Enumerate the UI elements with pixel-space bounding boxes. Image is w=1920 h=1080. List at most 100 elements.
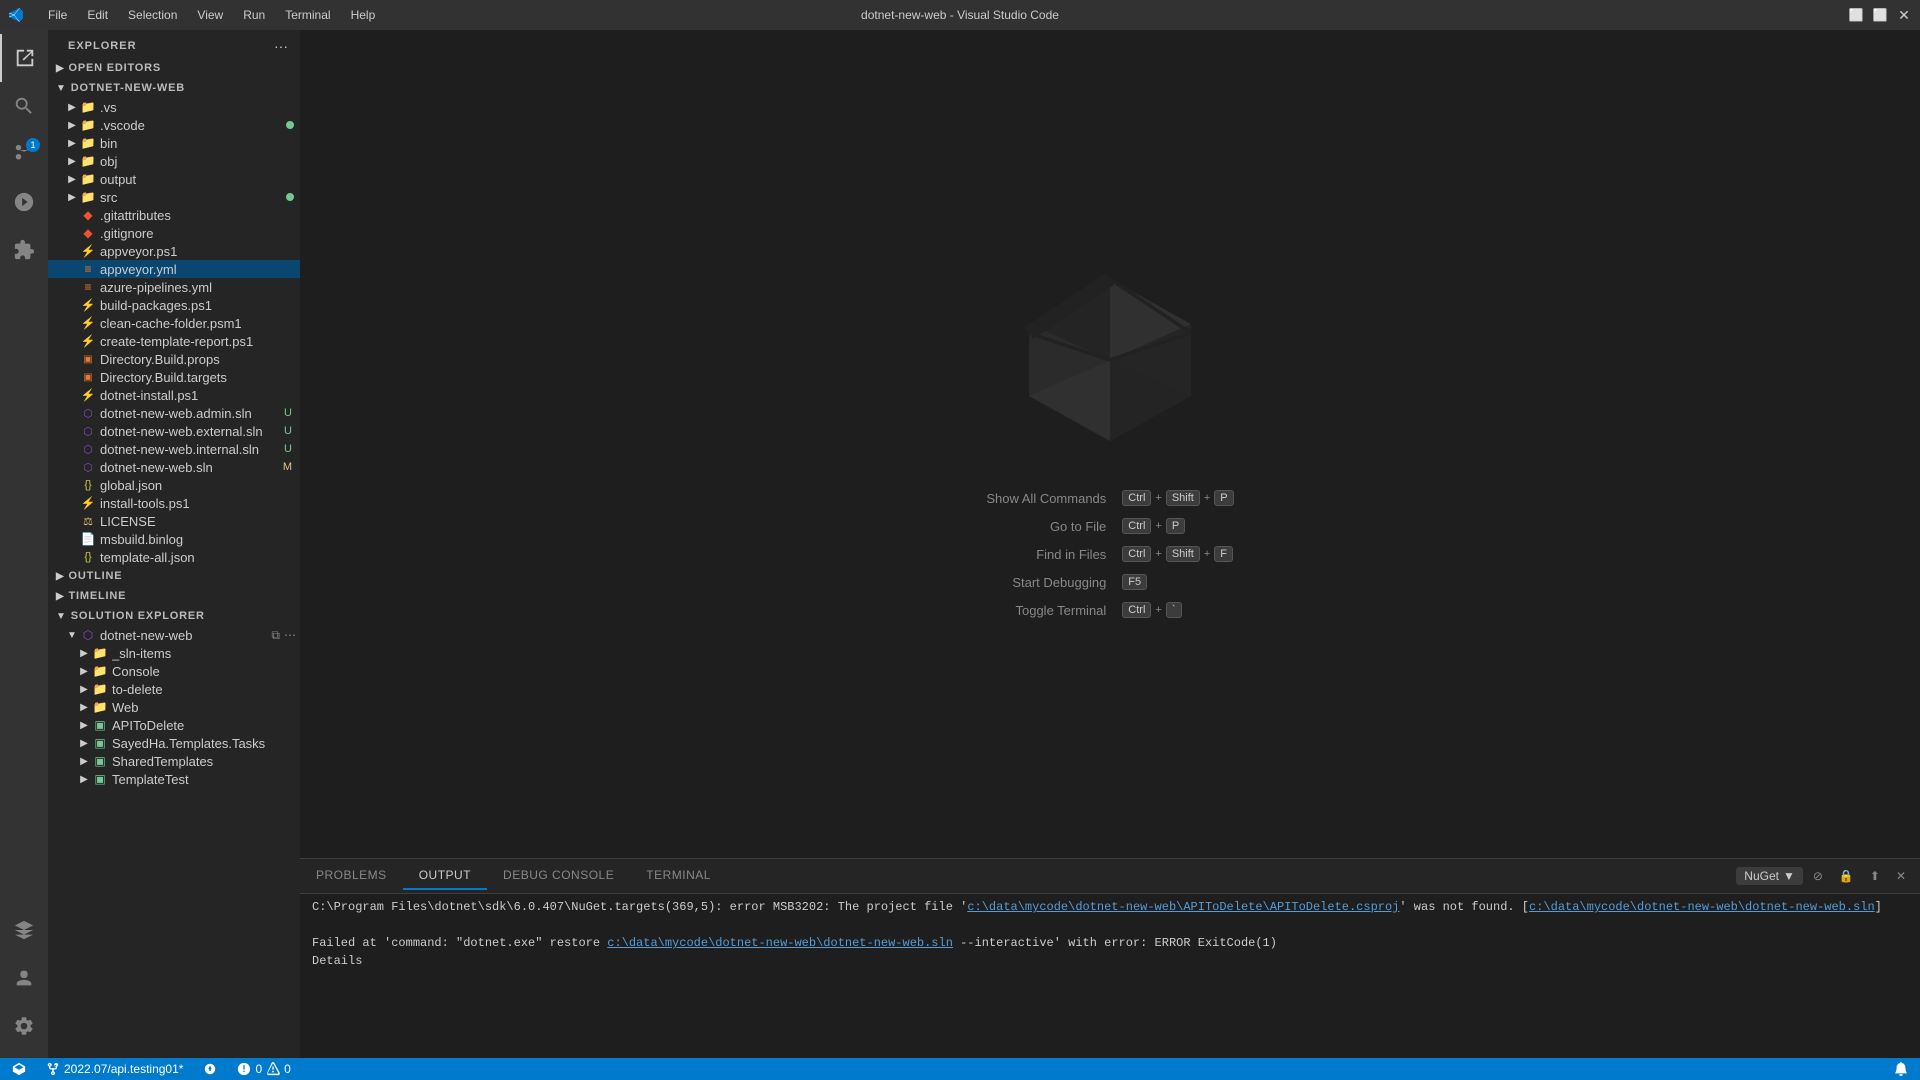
sln-icon: ⬡ [80, 441, 96, 457]
file-item-create-template[interactable]: ▶ ⚡ create-template-report.ps1 [48, 332, 300, 350]
sidebar-more-icon[interactable]: ··· [274, 38, 288, 54]
activity-scm[interactable]: 1 [0, 130, 48, 178]
chevron-icon: ▶ [76, 666, 92, 677]
menu-run[interactable]: Run [235, 6, 273, 24]
sol-item-web[interactable]: ▶ 📁 Web [48, 698, 300, 716]
sol-item-templatetest[interactable]: ▶ ▣ TemplateTest [48, 770, 300, 788]
tab-output[interactable]: OUTPUT [403, 862, 487, 890]
output-link-csproj[interactable]: c:\data\mycode\dotnet-new-web\APIToDelet… [967, 900, 1399, 914]
file-item-appveyor-yml[interactable]: ▶ ≡ appveyor.yml [48, 260, 300, 278]
editor-welcome-area: Show All Commands Ctrl + Shift + P Go to… [300, 30, 1920, 858]
sol-action-icon[interactable]: ⋯ [284, 628, 296, 643]
folder-icon: 📁 [92, 645, 108, 661]
file-item-vscode[interactable]: ▶ 📁 .vscode [48, 116, 300, 134]
sln-icon: ⬡ [80, 459, 96, 475]
sol-item-to-delete[interactable]: ▶ 📁 to-delete [48, 680, 300, 698]
file-item-azure-pipelines[interactable]: ▶ ≡ azure-pipelines.yml [48, 278, 300, 296]
file-item-build-packages[interactable]: ▶ ⚡ build-packages.ps1 [48, 296, 300, 314]
file-item-vs[interactable]: ▶ 📁 .vs [48, 98, 300, 116]
error-icon [237, 1062, 251, 1076]
activity-extensions[interactable] [0, 226, 48, 274]
activity-explorer[interactable] [0, 34, 48, 82]
file-item-external-sln[interactable]: ▶ ⬡ dotnet-new-web.external.sln U [48, 422, 300, 440]
activity-search[interactable] [0, 82, 48, 130]
section-solution-explorer[interactable]: ▼ Solution Explorer [48, 606, 300, 626]
file-item-internal-sln[interactable]: ▶ ⬡ dotnet-new-web.internal.sln U [48, 440, 300, 458]
sol-item-console[interactable]: ▶ 📁 Console [48, 662, 300, 680]
menu-selection[interactable]: Selection [120, 6, 185, 24]
file-name: output [100, 172, 300, 187]
menu-edit[interactable]: Edit [79, 6, 116, 24]
statusbar-branch[interactable]: 2022.07/api.testing01* [42, 1062, 187, 1076]
file-name: src [100, 190, 286, 205]
cmd-keys-goto-file: Ctrl + P [1122, 518, 1233, 534]
output-channel-dropdown[interactable]: NuGet ▼ [1736, 867, 1803, 885]
folder-icon: 📁 [80, 117, 96, 133]
statusbar-errors[interactable]: 0 0 [233, 1062, 294, 1076]
menu-file[interactable]: File [40, 6, 75, 24]
section-explorer[interactable]: ▼ DOTNET-NEW-WEB [48, 78, 300, 98]
activity-remote[interactable] [0, 906, 48, 954]
key-ctrl: Ctrl [1122, 602, 1151, 618]
file-item-global-json[interactable]: ▶ {} global.json [48, 476, 300, 494]
close-button[interactable]: ✕ [1896, 7, 1912, 23]
statusbar-sync[interactable] [199, 1062, 221, 1076]
section-timeline[interactable]: ▶ Timeline [48, 586, 300, 606]
file-item-appveyor-ps1[interactable]: ▶ ⚡ appveyor.ps1 [48, 242, 300, 260]
output-link-sln[interactable]: c:\data\mycode\dotnet-new-web\dotnet-new… [1529, 900, 1875, 914]
file-item-bin[interactable]: ▶ 📁 bin [48, 134, 300, 152]
file-name: clean-cache-folder.psm1 [100, 316, 300, 331]
chevron-icon: ▶ [76, 684, 92, 695]
panel-maximize-button[interactable]: ⬆ [1864, 867, 1886, 885]
menu-terminal[interactable]: Terminal [277, 6, 338, 24]
file-item-template-all-json[interactable]: ▶ {} template-all.json [48, 548, 300, 566]
activity-account[interactable] [0, 954, 48, 1002]
file-item-obj[interactable]: ▶ 📁 obj [48, 152, 300, 170]
maximize-button[interactable]: ⬜ [1872, 7, 1888, 23]
file-item-license[interactable]: ▶ ⚖ LICENSE [48, 512, 300, 530]
minimize-button[interactable]: ⬜ [1848, 7, 1864, 23]
file-item-admin-sln[interactable]: ▶ ⬡ dotnet-new-web.admin.sln U [48, 404, 300, 422]
file-item-output[interactable]: ▶ 📁 output [48, 170, 300, 188]
file-item-directory-build-targets[interactable]: ▶ ▣ Directory.Build.targets [48, 368, 300, 386]
section-outline[interactable]: ▶ Outline [48, 566, 300, 586]
file-item-sln[interactable]: ▶ ⬡ dotnet-new-web.sln M [48, 458, 300, 476]
panel-clear-button[interactable]: ⊘ [1807, 867, 1829, 885]
folder-icon: 📁 [80, 135, 96, 151]
section-open-editors[interactable]: ▶ Open Editors [48, 58, 300, 78]
activity-run[interactable] [0, 178, 48, 226]
statusbar-bell[interactable] [1890, 1062, 1912, 1076]
key-plus: + [1155, 604, 1161, 616]
chevron-icon: ▼ [56, 83, 67, 94]
file-item-src[interactable]: ▶ 📁 src [48, 188, 300, 206]
sol-copy-icon[interactable]: ⧉ [271, 628, 280, 643]
output-line-details: Details [312, 952, 1908, 970]
sol-item-root[interactable]: ▼ ⬡ dotnet-new-web ⧉ ⋯ [48, 626, 300, 644]
menu-view[interactable]: View [189, 6, 231, 24]
panel-lock-button[interactable]: 🔒 [1833, 867, 1860, 885]
panel-close-button[interactable]: ✕ [1890, 867, 1912, 885]
file-item-gitignore[interactable]: ▶ ◆ .gitignore [48, 224, 300, 242]
tab-terminal[interactable]: TERMINAL [630, 862, 727, 890]
file-item-gitattributes[interactable]: ▶ ◆ .gitattributes [48, 206, 300, 224]
file-item-dotnet-install[interactable]: ▶ ⚡ dotnet-install.ps1 [48, 386, 300, 404]
sol-name: to-delete [112, 682, 300, 697]
sol-item-sln-items[interactable]: ▶ 📁 _sln-items [48, 644, 300, 662]
sol-item-sharedtemplates[interactable]: ▶ ▣ SharedTemplates [48, 752, 300, 770]
activity-bar: 1 [0, 30, 48, 1058]
menu-help[interactable]: Help [343, 6, 384, 24]
tab-problems[interactable]: PROBLEMS [300, 862, 403, 890]
scm-badge: 1 [26, 138, 40, 152]
sol-item-sayedha[interactable]: ▶ ▣ SayedHa.Templates.Tasks [48, 734, 300, 752]
file-item-install-tools[interactable]: ▶ ⚡ install-tools.ps1 [48, 494, 300, 512]
activity-settings[interactable] [0, 1002, 48, 1050]
output-link-sln2[interactable]: c:\data\mycode\dotnet-new-web\dotnet-new… [607, 936, 953, 950]
sol-item-apitodelete[interactable]: ▶ ▣ APIToDelete [48, 716, 300, 734]
tab-debug-console[interactable]: DEBUG CONSOLE [487, 862, 630, 890]
file-item-directory-build-props[interactable]: ▶ ▣ Directory.Build.props [48, 350, 300, 368]
statusbar-remote[interactable] [8, 1062, 30, 1076]
solution-explorer-label: Solution Explorer [71, 610, 205, 622]
file-item-clean-cache[interactable]: ▶ ⚡ clean-cache-folder.psm1 [48, 314, 300, 332]
file-item-msbuild-binlog[interactable]: ▶ 📄 msbuild.binlog [48, 530, 300, 548]
file-name: dotnet-new-web.internal.sln [100, 442, 280, 457]
